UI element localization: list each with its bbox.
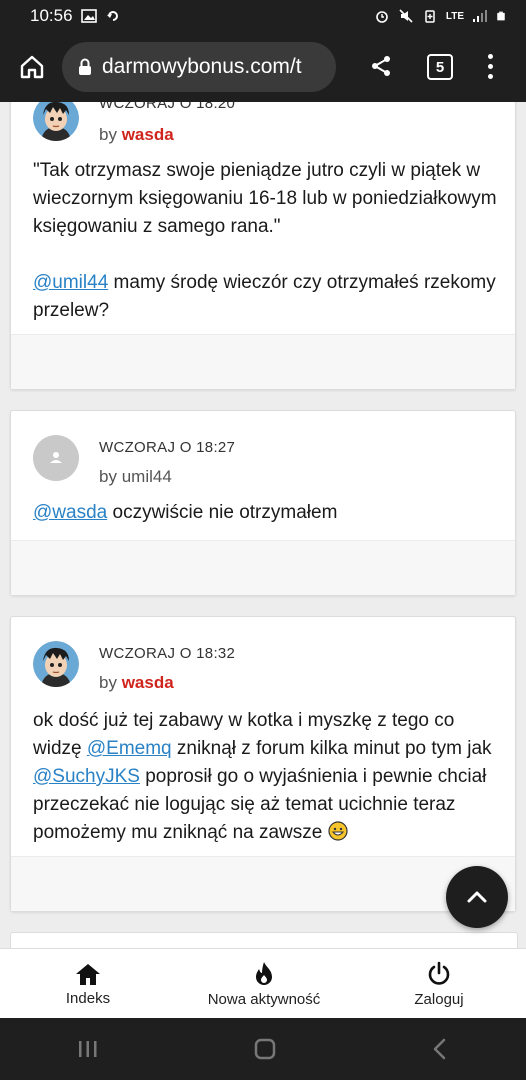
- avatar-image: [33, 641, 79, 687]
- battery-icon: [497, 11, 505, 21]
- post-body: "Tak otrzymasz swoje pieniądze jutro czy…: [33, 157, 499, 325]
- menu-dot: [487, 53, 493, 59]
- tab-switcher-button[interactable]: 5: [427, 54, 453, 80]
- nav-item-new-activity[interactable]: Nowa aktywność: [176, 949, 352, 1019]
- browser-home-button[interactable]: [10, 45, 54, 89]
- menu-dot: [487, 73, 493, 79]
- mute-icon: [399, 9, 413, 23]
- user-mention[interactable]: @Ememq: [87, 738, 172, 759]
- lock-icon: [79, 58, 91, 75]
- back-icon[interactable]: [430, 1037, 450, 1061]
- system-navigation-bar: [0, 1018, 526, 1080]
- signal-icon: [473, 10, 487, 22]
- post-byline: by umil44: [99, 467, 172, 487]
- status-right: LTE: [374, 9, 506, 23]
- quoted-text: "Tak otrzymasz swoje pieniądze jutro czy…: [33, 160, 497, 237]
- default-user-icon: [50, 452, 62, 463]
- chevron-up-icon: [467, 891, 487, 903]
- bottom-navigation: Indeks Nowa aktywność Zaloguj: [0, 948, 526, 1019]
- author-link[interactable]: wasda: [122, 673, 174, 692]
- author-link[interactable]: umil44: [122, 467, 172, 486]
- post-byline: by wasda: [99, 125, 174, 145]
- author-avatar[interactable]: [33, 102, 79, 141]
- home-icon: [20, 55, 44, 79]
- home-icon: [76, 963, 100, 985]
- flame-icon: [256, 961, 272, 985]
- network-type: LTE: [445, 10, 464, 22]
- nav-label: Nowa aktywność: [207, 990, 321, 1008]
- post-footer: [11, 540, 515, 595]
- scroll-to-top-button[interactable]: [446, 866, 508, 928]
- url-text: darmowybonus.com/t: [102, 55, 302, 78]
- nav-item-index[interactable]: Indeks: [0, 949, 176, 1019]
- post-text-run: zniknął z forum kilka minut po tym jak: [171, 738, 492, 759]
- post-footer: [11, 334, 515, 389]
- avatar-image: [33, 102, 79, 141]
- forum-post: WCZORAJ O 18:32 by wasda ok dość już tej…: [10, 616, 516, 912]
- post-byline: by wasda: [99, 673, 174, 693]
- alarm-icon: [376, 11, 388, 23]
- thread-content: WCZORAJ O 18:20 by wasda "Tak otrzymasz …: [0, 102, 526, 948]
- user-mention[interactable]: @wasda: [33, 502, 107, 523]
- gallery-notification-icon: [80, 9, 97, 23]
- home-button-icon[interactable]: [253, 1037, 277, 1061]
- share-icon: [372, 56, 390, 76]
- next-post-edge: [10, 932, 518, 948]
- post-date: WCZORAJ O 18:20: [99, 102, 236, 112]
- browser-menu-button[interactable]: [480, 44, 500, 88]
- post-date: WCZORAJ O 18:27: [99, 439, 236, 456]
- user-mention[interactable]: @SuchyJKS: [33, 766, 140, 787]
- forum-post: WCZORAJ O 18:27 by umil44 @wasda oczywiś…: [10, 410, 516, 596]
- post-body: ok dość już tej zabawy w kotka i myszkę …: [33, 707, 499, 847]
- author-link[interactable]: wasda: [122, 125, 174, 144]
- post-body: @wasda oczywiście nie otrzymałem: [33, 499, 499, 527]
- sync-notification-icon: [106, 11, 118, 21]
- grinning-emoji-icon: [328, 821, 348, 841]
- browser-toolbar: darmowybonus.com/t 5: [0, 32, 526, 102]
- status-bar: 10:56 LTE: [0, 0, 526, 32]
- nav-label: Zaloguj: [414, 990, 464, 1008]
- share-button[interactable]: [366, 44, 396, 88]
- address-bar[interactable]: darmowybonus.com/t: [62, 42, 336, 92]
- post-date: WCZORAJ O 18:32: [99, 645, 236, 662]
- post-text-run: oczywiście nie otrzymałem: [107, 502, 338, 523]
- battery-saver-icon: [425, 10, 435, 23]
- author-avatar[interactable]: [33, 641, 79, 687]
- by-prefix: by: [99, 467, 117, 486]
- menu-dot: [487, 63, 493, 69]
- forum-post: WCZORAJ O 18:20 by wasda "Tak otrzymasz …: [10, 102, 516, 390]
- status-time: 10:56: [30, 6, 73, 25]
- by-prefix: by: [99, 673, 117, 692]
- nav-item-login[interactable]: Zaloguj: [352, 949, 526, 1019]
- by-prefix: by: [99, 125, 117, 144]
- nav-label: Indeks: [65, 989, 111, 1007]
- user-mention[interactable]: @umil44: [33, 272, 108, 293]
- power-icon: [428, 961, 450, 985]
- post-text: @umil44 mamy środę wieczór czy otrzymałe…: [33, 269, 499, 325]
- post-footer: [11, 856, 515, 911]
- author-avatar[interactable]: [33, 435, 79, 481]
- recent-apps-icon[interactable]: [76, 1038, 100, 1060]
- status-left: 10:56: [30, 6, 121, 26]
